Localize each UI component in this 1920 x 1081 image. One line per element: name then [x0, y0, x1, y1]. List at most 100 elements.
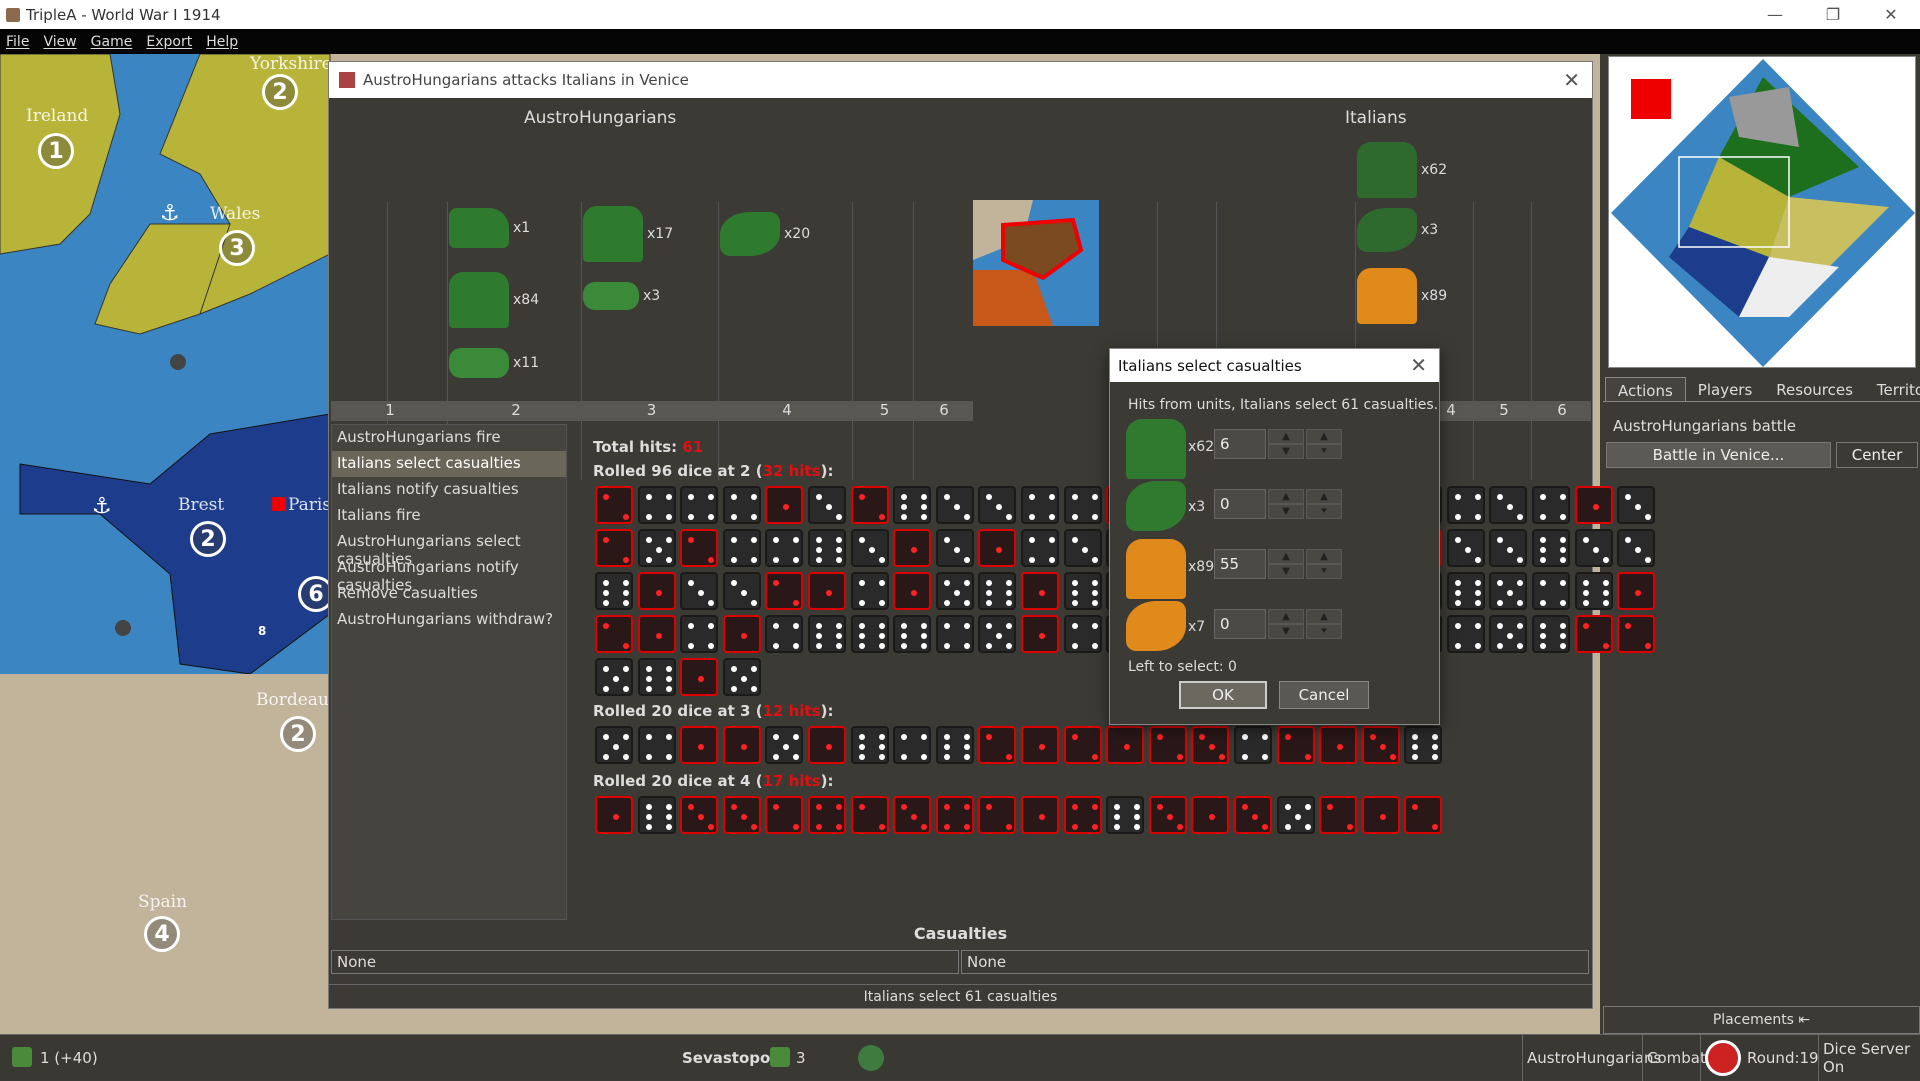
die-icon: [1489, 572, 1528, 610]
app-icon: [6, 7, 20, 22]
decrement-button[interactable]: ▼: [1268, 504, 1304, 519]
minimap[interactable]: [1608, 56, 1916, 368]
step-item[interactable]: AustroHungarians fire: [332, 425, 566, 451]
battle-label: AustroHungarians battle: [1613, 417, 1796, 435]
die-icon: [1148, 726, 1187, 764]
step-item[interactable]: AustroHungarians select casualties: [332, 529, 566, 568]
step-item[interactable]: Italians select casualties: [332, 451, 566, 477]
tab-territory[interactable]: Territory: [1865, 377, 1920, 401]
die-icon: [680, 796, 719, 834]
max-button[interactable]: ▲: [1306, 429, 1342, 444]
decrement-button[interactable]: ▼: [1268, 624, 1304, 639]
anchor-icon: ⚓: [92, 494, 112, 519]
decrement-button[interactable]: ▼: [1268, 444, 1304, 459]
roll-header-2: Rolled 20 dice at 3 (12 hits):: [593, 702, 834, 720]
placements-button[interactable]: Placements ⇤: [1603, 1006, 1920, 1034]
venice-territory-image: [973, 200, 1099, 326]
cancel-button[interactable]: Cancel: [1279, 681, 1369, 709]
die-icon: [1020, 529, 1059, 567]
casualty-spinner-input[interactable]: 0: [1214, 489, 1266, 519]
menu-game[interactable]: Game: [91, 34, 133, 50]
ok-button[interactable]: OK: [1179, 681, 1267, 709]
die-icon: [637, 658, 676, 696]
dice-row: [595, 726, 1447, 764]
die-icon: [765, 796, 804, 834]
casualty-message: Hits from units, Italians select 61 casu…: [1128, 397, 1439, 413]
die-icon: [935, 529, 974, 567]
status-bar: 1 (+40) Sevastopol 3 AustroHungarians Co…: [0, 1034, 1920, 1081]
battle-in-venice-button[interactable]: Battle in Venice...: [1606, 442, 1831, 468]
tab-players[interactable]: Players: [1686, 377, 1765, 401]
increment-button[interactable]: ▲: [1268, 549, 1304, 564]
step-item[interactable]: Italians fire: [332, 503, 566, 529]
min-button[interactable]: ⯆: [1306, 504, 1342, 519]
pu-marker-bordeaux: 2: [280, 716, 316, 752]
menu-file[interactable]: File: [6, 34, 29, 50]
defender-column-5: 5: [1475, 401, 1533, 421]
decrement-button[interactable]: ▼: [1268, 564, 1304, 579]
max-button[interactable]: ▲: [1306, 489, 1342, 504]
casualty-spinner-input[interactable]: 55: [1214, 549, 1266, 579]
die-icon: [765, 726, 804, 764]
nation-flag-icon: [1705, 1040, 1741, 1076]
die-icon: [1106, 726, 1145, 764]
die-icon: [807, 726, 846, 764]
die-icon: [765, 615, 804, 653]
menu-export[interactable]: Export: [146, 34, 192, 50]
territory-value: 3: [796, 1049, 806, 1067]
step-item[interactable]: Remove casualties: [332, 581, 566, 607]
minimize-button[interactable]: —: [1746, 0, 1804, 29]
min-button[interactable]: ⯆: [1306, 624, 1342, 639]
die-icon: [1361, 726, 1400, 764]
maximize-button[interactable]: ❐: [1804, 0, 1862, 29]
tab-actions[interactable]: Actions: [1605, 377, 1686, 401]
increment-button[interactable]: ▲: [1268, 489, 1304, 504]
infantry-icon: [1357, 268, 1417, 324]
casualty-spinner-input[interactable]: 6: [1214, 429, 1266, 459]
battle-close-button[interactable]: ✕: [1563, 68, 1580, 92]
infantry-icon: [583, 206, 643, 262]
casualty-close-button[interactable]: ✕: [1410, 353, 1427, 377]
die-icon: [722, 572, 761, 610]
max-button[interactable]: ▲: [1306, 609, 1342, 624]
die-icon: [1532, 615, 1571, 653]
min-button[interactable]: ⯆: [1306, 444, 1342, 459]
step-item[interactable]: Italians notify casualties: [332, 477, 566, 503]
menu-help[interactable]: Help: [206, 34, 238, 50]
pu-marker-spain: 4: [144, 916, 180, 952]
die-icon: [850, 486, 889, 524]
column-2: 2: [449, 401, 583, 421]
step-item[interactable]: AustroHungarians withdraw?: [332, 607, 566, 633]
die-icon: [637, 572, 676, 610]
center-button[interactable]: Center: [1836, 442, 1918, 468]
infantry-icon: [1126, 419, 1186, 479]
anchor-icon: ⚓: [160, 201, 180, 226]
step-item[interactable]: AustroHungarians notify casualties: [332, 555, 566, 594]
tank-icon: [449, 348, 509, 378]
unit-count: x62: [1188, 439, 1215, 455]
die-icon: [978, 572, 1017, 610]
defender-unit: x89: [1357, 268, 1447, 324]
artillery-icon: [720, 212, 780, 256]
min-button[interactable]: ⯆: [1306, 564, 1342, 579]
die-icon: [1233, 726, 1272, 764]
increment-button[interactable]: ▲: [1268, 429, 1304, 444]
casualty-selection-dialog: Italians select casualties ✕ Hits from u…: [1109, 348, 1440, 725]
casualty-spinner-input[interactable]: 0: [1214, 609, 1266, 639]
infantry-icon: [1357, 142, 1417, 198]
die-icon: [765, 529, 804, 567]
unit-icon: [858, 1045, 884, 1071]
battle-dialog-titlebar: AustroHungarians attacks Italians in Ven…: [329, 62, 1592, 98]
max-button[interactable]: ▲: [1306, 549, 1342, 564]
die-icon: [637, 486, 676, 524]
die-icon: [595, 529, 633, 567]
close-button[interactable]: ✕: [1862, 0, 1920, 29]
increment-button[interactable]: ▲: [1268, 609, 1304, 624]
die-icon: [680, 726, 719, 764]
round-text: Round:19: [1747, 1049, 1819, 1067]
die-icon: [1063, 486, 1102, 524]
menu-view[interactable]: View: [43, 34, 76, 50]
battle-steps-list[interactable]: AustroHungarians fire Italians select ca…: [331, 424, 567, 920]
die-icon: [1446, 529, 1485, 567]
tab-resources[interactable]: Resources: [1764, 377, 1865, 401]
